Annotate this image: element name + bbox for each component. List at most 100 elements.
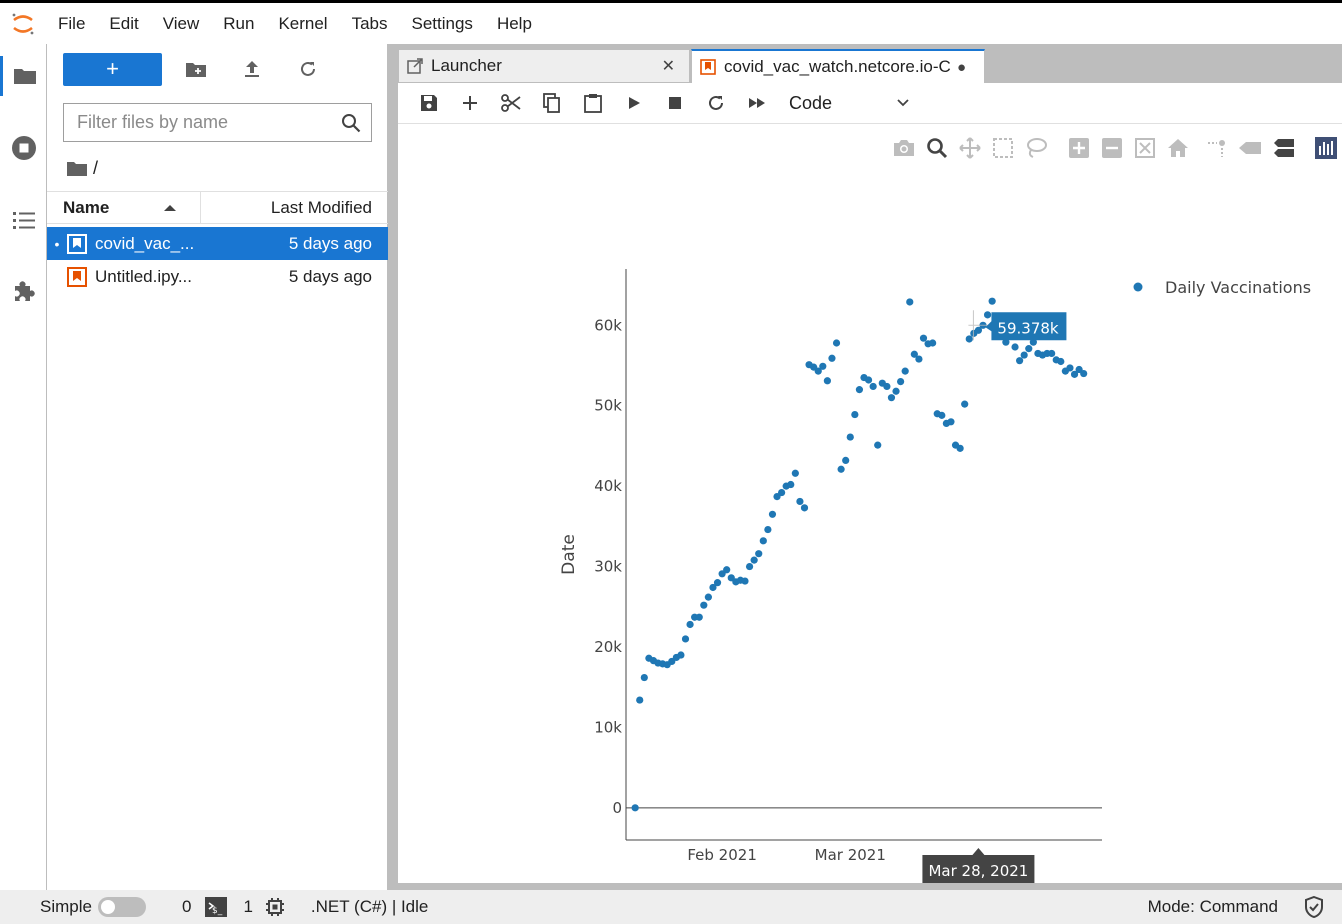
data-point[interactable]	[961, 400, 969, 408]
data-point[interactable]	[700, 601, 708, 609]
data-point[interactable]	[800, 504, 809, 512]
data-point[interactable]	[947, 418, 955, 426]
stop-circle-icon	[11, 136, 36, 160]
data-point[interactable]	[819, 362, 827, 370]
file-row[interactable]: • covid_vac_... 5 days ago	[47, 227, 388, 260]
running-sessions-tab[interactable]	[0, 128, 47, 168]
data-point[interactable]	[837, 465, 845, 473]
data-point[interactable]	[768, 510, 777, 518]
data-point[interactable]	[755, 550, 763, 558]
data-point[interactable]	[764, 525, 772, 534]
data-point[interactable]	[883, 382, 891, 391]
table-of-contents-tab[interactable]	[0, 200, 47, 240]
new-launcher-button[interactable]: +	[63, 52, 162, 86]
tab-launcher[interactable]: Launcher ✕	[398, 49, 690, 83]
data-point[interactable]	[901, 367, 909, 375]
data-point[interactable]	[1066, 364, 1074, 372]
data-point[interactable]	[892, 387, 900, 395]
file-browser-tab[interactable]	[0, 56, 47, 96]
data-point[interactable]	[956, 444, 964, 452]
search-icon[interactable]	[341, 113, 361, 133]
data-point[interactable]	[791, 469, 799, 477]
menu-file[interactable]: File	[46, 4, 97, 44]
unsaved-dot-icon[interactable]: ●	[953, 59, 976, 76]
data-point[interactable]	[681, 635, 690, 643]
data-point[interactable]	[686, 620, 694, 629]
menu-tabs[interactable]: Tabs	[340, 4, 400, 44]
data-point[interactable]	[832, 339, 841, 347]
data-point[interactable]	[915, 355, 923, 363]
data-point[interactable]	[796, 497, 804, 506]
data-point[interactable]	[713, 579, 722, 587]
upload-button[interactable]	[230, 53, 274, 86]
data-point[interactable]	[965, 335, 973, 343]
data-point[interactable]	[983, 311, 992, 319]
data-point[interactable]	[1025, 345, 1033, 353]
data-point[interactable]	[938, 411, 946, 419]
data-point[interactable]	[1016, 357, 1024, 365]
data-point[interactable]	[1080, 369, 1088, 378]
kernel-count[interactable]: 1	[243, 897, 284, 917]
data-point[interactable]	[787, 480, 795, 489]
file-row[interactable]: Untitled.ipy... 5 days ago	[47, 260, 388, 293]
data-point[interactable]	[887, 394, 896, 402]
x-tick-labels: Feb 2021 Mar 2021	[687, 846, 886, 864]
data-point[interactable]	[842, 456, 850, 465]
menu-run[interactable]: Run	[211, 4, 266, 44]
data-point[interactable]	[828, 354, 836, 362]
data-point[interactable]	[919, 334, 928, 342]
trusted-shield-icon[interactable]	[1304, 896, 1324, 918]
data-point[interactable]	[1057, 357, 1065, 366]
new-folder-button[interactable]	[174, 53, 218, 86]
data-point[interactable]	[906, 298, 914, 306]
tab-notebook[interactable]: covid_vac_watch.netcore.io-C ●	[691, 49, 985, 83]
data-point[interactable]	[631, 804, 639, 812]
data-point[interactable]	[855, 386, 864, 394]
refresh-button[interactable]	[286, 53, 330, 86]
folder-icon[interactable]	[67, 160, 87, 176]
data-point[interactable]	[741, 577, 749, 585]
chart-legend[interactable]: Daily Vaccinations	[1133, 278, 1312, 297]
column-modified-header[interactable]: Last Modified	[201, 192, 388, 223]
menu-edit[interactable]: Edit	[97, 4, 150, 44]
refresh-icon	[301, 61, 315, 76]
data-point[interactable]	[636, 696, 644, 704]
data-point[interactable]	[677, 651, 685, 659]
data-point[interactable]	[1020, 351, 1028, 359]
data-point[interactable]	[704, 593, 712, 601]
data-point[interactable]	[864, 376, 873, 384]
data-point[interactable]	[778, 488, 786, 497]
close-icon[interactable]: ✕	[662, 56, 681, 76]
scatter-chart[interactable]: 0 10k 20k 30k 40k 50k 60k Feb 2021 Mar 2021 Dat…	[398, 83, 1342, 883]
terminal-count[interactable]: 0 $_	[182, 897, 228, 917]
data-point[interactable]	[988, 297, 996, 305]
data-point[interactable]	[874, 441, 882, 449]
menu-settings[interactable]: Settings	[400, 4, 485, 44]
data-point[interactable]	[929, 339, 937, 347]
y-tick-label: 60k	[594, 316, 622, 334]
hover-y-label: 59.378k	[997, 319, 1058, 337]
data-point[interactable]	[640, 673, 648, 682]
data-point[interactable]	[723, 566, 731, 574]
data-point[interactable]	[851, 410, 859, 419]
simple-mode-toggle[interactable]	[97, 897, 146, 917]
menu-kernel[interactable]: Kernel	[266, 4, 339, 44]
column-name-header[interactable]: Name	[47, 192, 201, 223]
data-point[interactable]	[823, 377, 831, 385]
menu-view[interactable]: View	[151, 4, 212, 44]
kernel-status[interactable]: .NET (C#) | Idle	[311, 897, 428, 917]
data-point[interactable]	[1011, 343, 1019, 351]
filter-files-input[interactable]	[77, 112, 341, 133]
data-point[interactable]	[846, 433, 854, 441]
data-point[interactable]	[745, 562, 754, 571]
breadcrumb-root[interactable]: /	[93, 158, 98, 179]
data-point[interactable]	[759, 537, 767, 545]
menu-help[interactable]: Help	[485, 4, 544, 44]
data-point[interactable]	[750, 556, 758, 564]
legend-marker	[1133, 282, 1143, 292]
data-point[interactable]	[695, 613, 703, 621]
data-point[interactable]	[869, 382, 877, 391]
extensions-tab[interactable]	[0, 272, 47, 312]
data-point[interactable]	[897, 377, 905, 386]
data-point[interactable]	[1048, 349, 1056, 358]
